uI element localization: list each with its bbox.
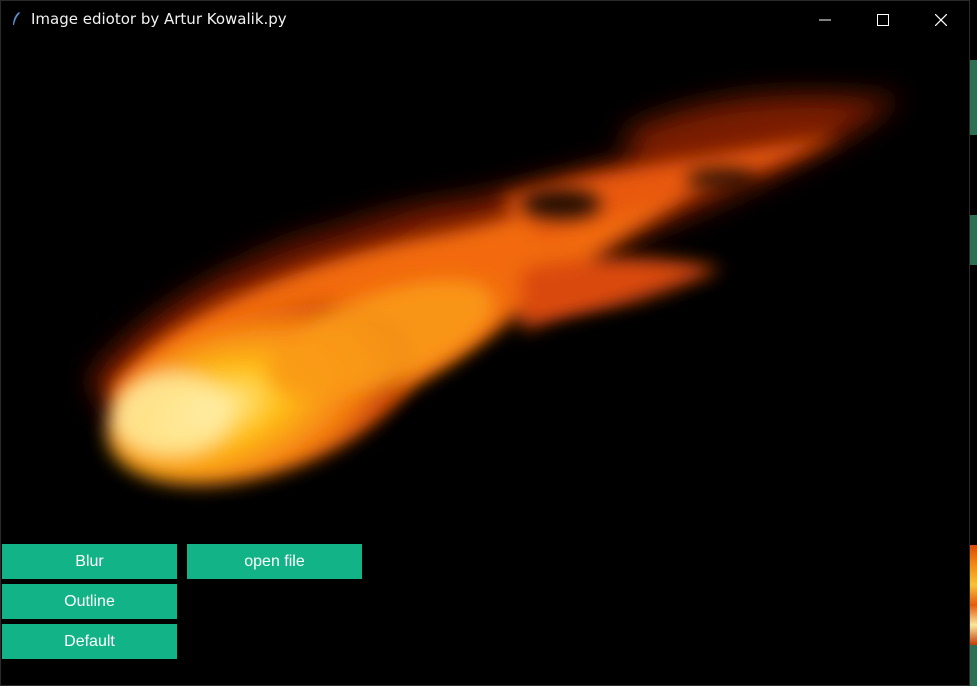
maximize-button[interactable]: [854, 1, 912, 39]
close-icon: [935, 14, 947, 26]
image-canvas[interactable]: [1, 39, 969, 539]
feather-icon: [13, 12, 20, 25]
fireball-image: [1, 39, 969, 539]
window-title: Image ediotor by Artur Kowalik.py: [31, 10, 287, 28]
default-button[interactable]: Default: [2, 624, 177, 659]
minimize-icon: [819, 19, 831, 21]
open-file-button[interactable]: open file: [187, 544, 362, 579]
background-window-edge: [970, 215, 977, 265]
background-window-edge: [970, 545, 977, 645]
app-window: Image ediotor by Artur Kowalik.py Blur o…: [0, 0, 970, 686]
blur-button[interactable]: Blur: [2, 544, 177, 579]
maximize-icon: [877, 14, 889, 26]
outline-button[interactable]: Outline: [2, 584, 177, 619]
close-button[interactable]: [912, 1, 970, 39]
background-window-edge: [970, 645, 977, 686]
minimize-button[interactable]: [796, 1, 854, 39]
title-bar[interactable]: Image ediotor by Artur Kowalik.py: [1, 1, 969, 39]
background-window-edge: [970, 60, 977, 135]
